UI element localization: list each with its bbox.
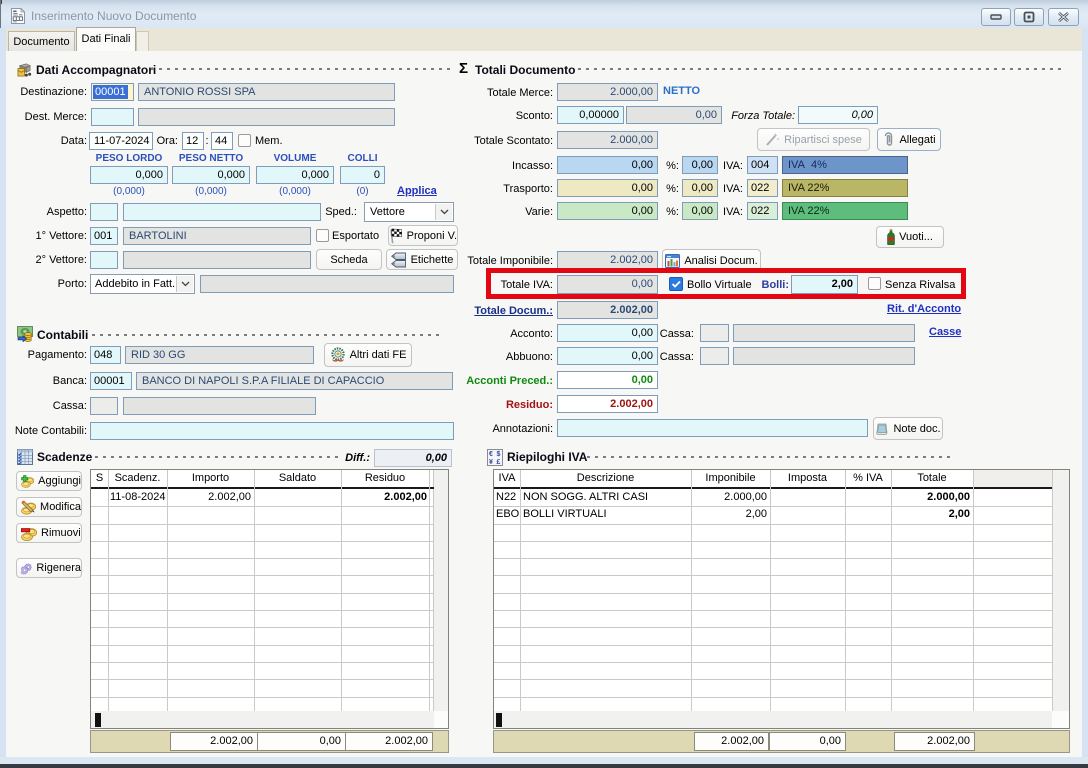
svg-text:£: £ bbox=[497, 459, 501, 466]
svg-text:$: $ bbox=[497, 451, 501, 458]
svg-text:€: € bbox=[489, 451, 493, 458]
svg-text:¥: ¥ bbox=[489, 459, 493, 466]
